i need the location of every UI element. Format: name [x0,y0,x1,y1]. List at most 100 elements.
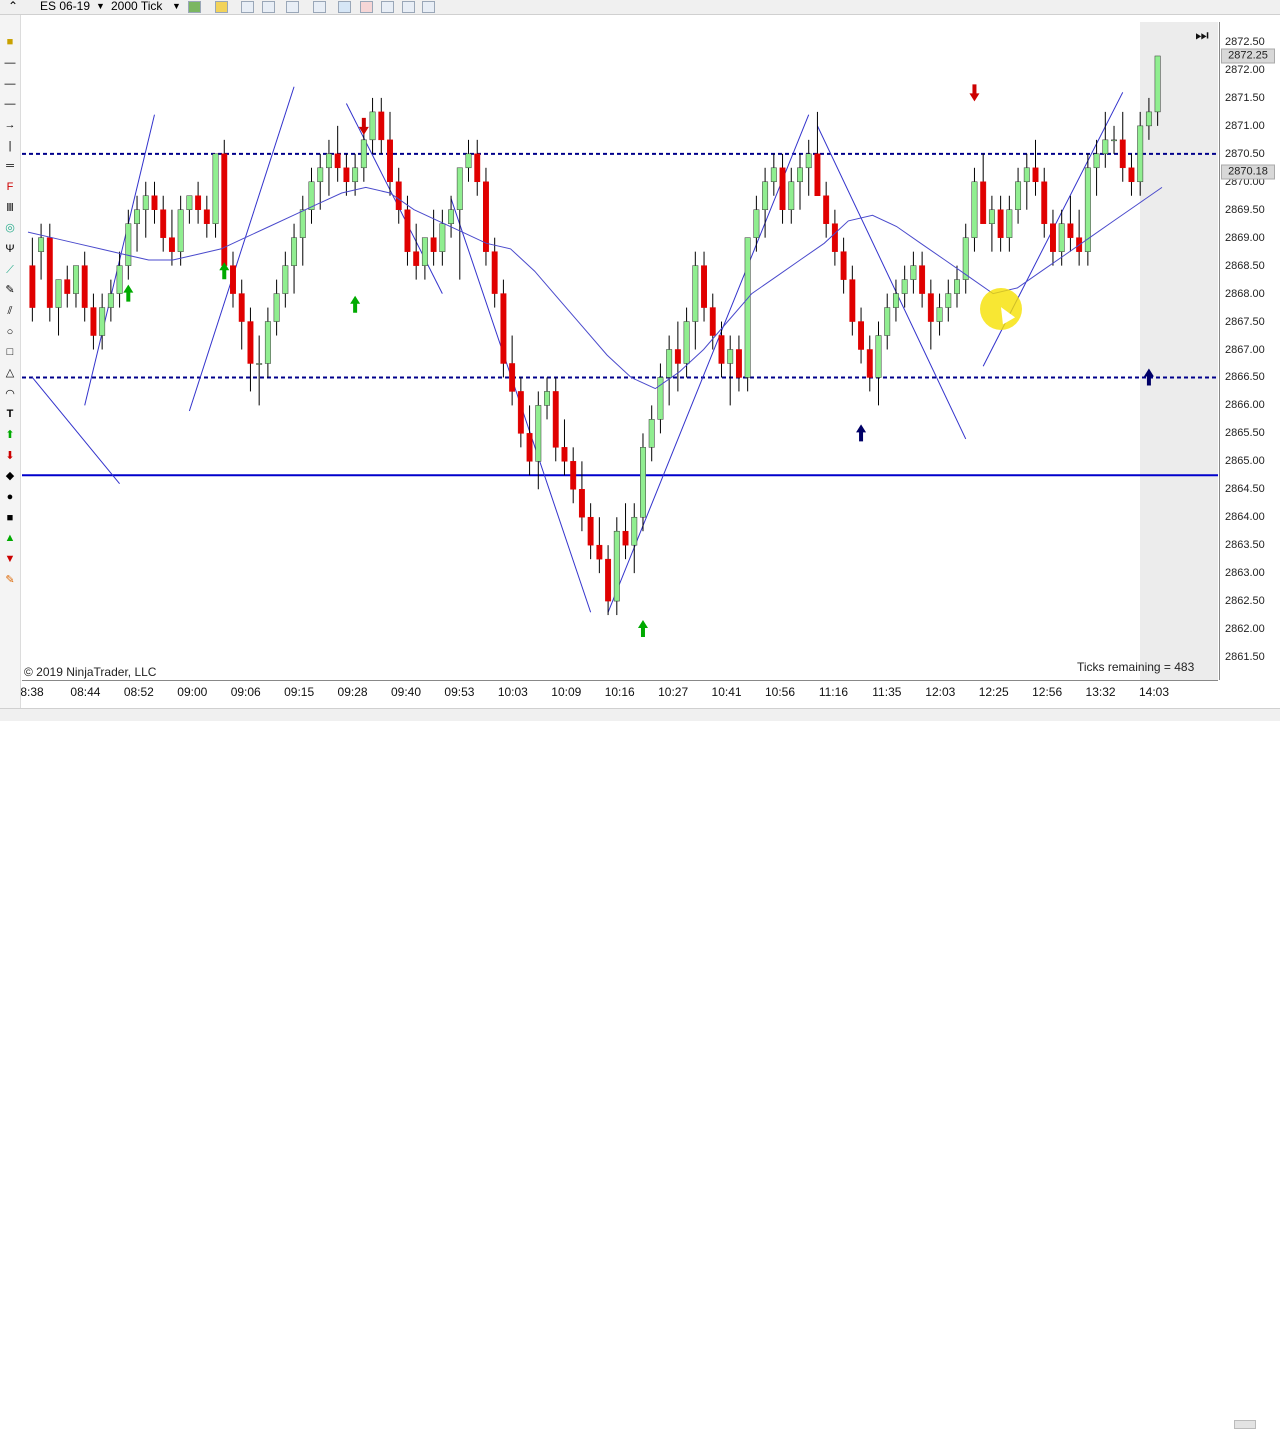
trend-channel-icon[interactable]: ⫽ [3,304,17,318]
candle-down [230,265,236,294]
time-tick-label: 08:44 [70,685,101,699]
dot-icon[interactable]: ● [3,490,17,504]
ticks-remaining-label: Ticks remaining = 483 [1077,660,1195,674]
candle-up [666,349,673,378]
candle-up [1023,167,1030,183]
candle-up [38,237,45,252]
candle-down [247,321,254,364]
trendline-3[interactable] [188,86,295,412]
candle-up [762,181,769,210]
arc-icon[interactable]: ◠ [3,387,17,401]
horizontal-line-icon[interactable]: → [3,118,17,132]
triangle-up-icon[interactable]: ▲ [3,531,17,545]
zoom-icon[interactable] [286,1,299,13]
candle-up [1006,209,1013,238]
arrow-down-icon [358,117,369,135]
arrow-up-icon[interactable]: ⬆ [3,428,17,442]
candle-down [195,195,202,210]
chevron-down-icon[interactable]: ▼ [96,0,105,13]
square-marker-icon[interactable]: ■ [3,511,17,525]
bars-icon[interactable] [188,1,201,13]
interval-selector[interactable]: 2000 Tick [111,0,162,13]
strategy-icon[interactable] [402,1,415,13]
candle-up [640,447,646,518]
gann-icon[interactable]: ◎ [3,221,17,235]
price-tick-label: 2872.00 [1225,63,1265,76]
candle-up [352,167,359,183]
time-tick-label: 12:56 [1032,685,1063,699]
candle-down [858,321,865,350]
paint-icon[interactable]: ✎ [3,573,17,587]
chevron-down-icon[interactable]: ▼ [172,0,181,13]
indicator-icon[interactable] [381,1,394,13]
candle-down [474,153,481,183]
trendline-7[interactable] [816,125,967,440]
candle-up [291,237,298,266]
scroll-to-end-icon[interactable]: ⏭ [1190,26,1214,46]
candle-down [343,167,350,183]
extended-line-icon[interactable]: — [3,97,17,111]
text-icon[interactable]: T [3,407,17,421]
candle-down [718,335,725,364]
candle-down [221,153,228,266]
channel-icon[interactable]: ⟋ [3,263,17,277]
time-tick-label: 11:35 [872,685,902,699]
candle-up [901,279,908,294]
arrow-up-icon [123,284,134,302]
price-tick-label: 2863.00 [1225,567,1265,580]
candle-up [692,265,699,322]
candle-up [1093,153,1100,169]
candle-down [622,530,629,546]
time-axis-line [22,680,1218,681]
candle-down [387,139,393,183]
candle-up [317,167,324,183]
candle-down [334,153,341,169]
diamond-icon[interactable]: ◆ [3,469,17,483]
candle-down [151,195,158,210]
candle-down [578,489,585,518]
pitchfork-icon[interactable]: Ψ [3,242,17,256]
menu-icon[interactable]: ⌃ [8,0,18,13]
arrow-down-icon[interactable]: ⬇ [3,449,17,463]
properties-icon[interactable] [360,1,373,13]
fib-icon[interactable]: F [3,180,17,194]
horizontal-scrollbar[interactable] [0,708,1280,1429]
chart-canvas[interactable] [22,22,1218,680]
candle-up [788,181,795,210]
pencil-icon[interactable] [215,1,228,13]
candle-up [1058,223,1065,252]
triangle-icon[interactable]: △ [3,366,17,380]
vertical-line-icon[interactable]: | [3,139,17,153]
lines-icon[interactable]: ═ [3,159,17,173]
ellipse-icon[interactable]: ○ [3,325,17,339]
trendline-1[interactable] [31,377,120,484]
price-tick-label: 2872.50 [1225,36,1265,48]
instrument-selector[interactable]: ES 06-19 [40,0,90,13]
window-icon[interactable] [422,1,435,13]
scrollbar-grip[interactable] [1234,1420,1256,1429]
candle-down [395,181,402,210]
candle-down [1119,139,1126,169]
candle-down [849,279,856,322]
candle-up [936,307,943,322]
triangle-down-icon[interactable]: ▼ [3,552,17,566]
trendline-6[interactable] [607,114,810,613]
candle-up [299,209,306,238]
select-icon[interactable]: ■ [3,35,17,49]
drawing-tools-bar: ■ — — — → | ═ F Ⅲ ◎ Ψ ⟋ ✎ ⫽ ○ □ △ ◠ T ⬆ … [0,15,21,720]
rectangle-icon[interactable]: □ [3,345,17,359]
price-chart[interactable] [22,22,1218,680]
pin-icon[interactable] [262,1,275,13]
candle-up [369,111,376,141]
candle-down [203,209,210,224]
trendline-4[interactable] [345,103,443,294]
arrow-line-icon[interactable]: — [3,56,17,70]
regression-icon[interactable]: Ⅲ [3,201,17,215]
magnet-icon[interactable] [241,1,254,13]
screenshot-icon[interactable] [313,1,326,13]
toggle-icon[interactable] [338,1,351,13]
candle-up [421,237,428,266]
candle-down [552,391,559,448]
pencil-icon[interactable]: ✎ [3,283,17,297]
ray-icon[interactable]: — [3,77,17,91]
